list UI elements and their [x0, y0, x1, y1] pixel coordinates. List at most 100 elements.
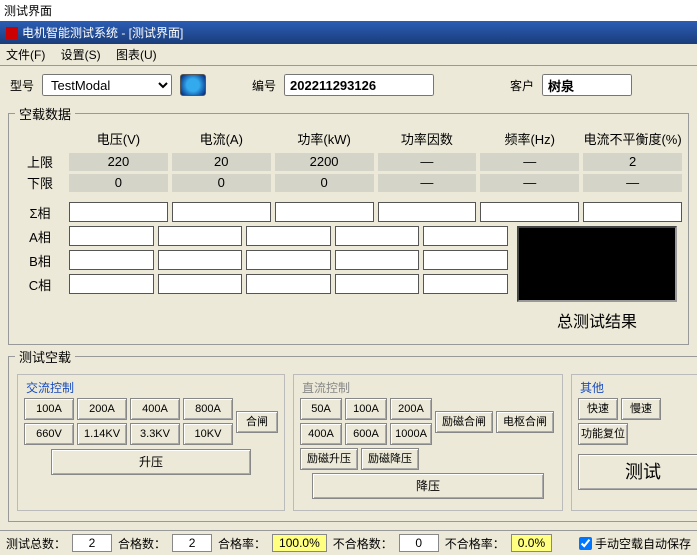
ac-control-group: 交流控制 100A 200A 400A 800A 660V 1.14KV 3.3…	[17, 374, 285, 511]
upper-pf: —	[378, 153, 477, 171]
pass-rate-label: 合格率：	[218, 535, 266, 552]
model-select[interactable]: TestModal	[42, 74, 172, 96]
ac-660v-button[interactable]: 660V	[24, 423, 74, 445]
sigma-power[interactable]	[275, 202, 374, 222]
b-power[interactable]	[246, 250, 331, 270]
phase-area: A相 总测试结果 B相 C相	[15, 226, 682, 336]
test-noload-legend: 测试空载	[15, 347, 75, 366]
upper-unbal: 2	[583, 153, 682, 171]
ac-400a-button[interactable]: 400A	[130, 398, 180, 420]
exc-down-button[interactable]: 励磁降压	[361, 448, 419, 470]
pass-label: 合格数：	[118, 535, 166, 552]
b-freq[interactable]	[423, 250, 508, 270]
col-current: 电流(A)	[172, 127, 271, 150]
sigma-freq[interactable]	[480, 202, 579, 222]
sigma-current[interactable]	[172, 202, 271, 222]
other-label: 其他	[580, 379, 697, 396]
lower-freq: —	[480, 174, 579, 192]
col-pf: 功率因数	[378, 127, 477, 150]
dc-label: 直流控制	[302, 379, 556, 396]
a-freq[interactable]	[423, 226, 508, 246]
c-pf[interactable]	[335, 274, 420, 294]
upper-freq: —	[480, 153, 579, 171]
c-freq[interactable]	[423, 274, 508, 294]
mot-close-button[interactable]: 电枢合闸	[496, 411, 554, 433]
exc-up-button[interactable]: 励磁升压	[300, 448, 358, 470]
dc-400a-button[interactable]: 400A	[300, 423, 342, 445]
lower-power: 0	[275, 174, 374, 192]
row-a-label: A相	[15, 227, 65, 246]
dc-down-button[interactable]: 降压	[312, 473, 544, 499]
menu-settings[interactable]: 设置(S)	[61, 48, 101, 62]
data-grid: 电压(V) 电流(A) 功率(kW) 功率因数 频率(Hz) 电流不平衡度(%)…	[15, 127, 682, 222]
model-label: 型号	[10, 77, 34, 94]
row-lower-label: 下限	[15, 173, 65, 192]
a-current[interactable]	[158, 226, 243, 246]
b-pf[interactable]	[335, 250, 420, 270]
a-voltage[interactable]	[69, 226, 154, 246]
customer-label: 客户	[510, 77, 534, 94]
ac-3_3kv-button[interactable]: 3.3KV	[130, 423, 180, 445]
a-power[interactable]	[246, 226, 331, 246]
dc-100a-button[interactable]: 100A	[345, 398, 387, 420]
func-reset-button[interactable]: 功能复位	[578, 423, 628, 445]
col-unbal: 电流不平衡度(%)	[583, 127, 682, 150]
fail-rate-label: 不合格率：	[445, 535, 505, 552]
customer-input[interactable]	[542, 74, 632, 96]
pass-rate-value: 100.0%	[272, 534, 327, 552]
autosave-checkbox[interactable]	[579, 537, 592, 550]
row-upper-label: 上限	[15, 152, 65, 171]
lower-current: 0	[172, 174, 271, 192]
upper-power: 2200	[275, 153, 374, 171]
dc-600a-button[interactable]: 600A	[345, 423, 387, 445]
dc-50a-button[interactable]: 50A	[300, 398, 342, 420]
b-voltage[interactable]	[69, 250, 154, 270]
ac-100a-button[interactable]: 100A	[24, 398, 74, 420]
c-current[interactable]	[158, 274, 243, 294]
c-power[interactable]	[246, 274, 331, 294]
number-label: 编号	[252, 77, 276, 94]
col-freq: 频率(Hz)	[480, 127, 579, 150]
fail-value: 0	[399, 534, 439, 552]
fast-button[interactable]: 快速	[578, 398, 618, 420]
dc-control-group: 直流控制 50A 100A 200A 400A 600A 1000A 励磁合闸 …	[293, 374, 563, 511]
lower-voltage: 0	[69, 174, 168, 192]
dc-1000a-button[interactable]: 1000A	[390, 423, 432, 445]
autosave-checkbox-label[interactable]: 手动空载自动保存	[579, 535, 691, 552]
col-power: 功率(kW)	[275, 127, 374, 150]
fail-rate-value: 0.0%	[511, 534, 552, 552]
exc-close-button[interactable]: 励磁合闸	[435, 411, 493, 433]
noload-legend: 空载数据	[15, 104, 75, 123]
dc-200a-button[interactable]: 200A	[390, 398, 432, 420]
autosave-text: 手动空载自动保存	[595, 535, 691, 552]
ac-800a-button[interactable]: 800A	[183, 398, 233, 420]
slow-button[interactable]: 慢速	[621, 398, 661, 420]
sigma-pf[interactable]	[378, 202, 477, 222]
ac-close-button[interactable]: 合闸	[236, 411, 278, 433]
statusbar: 测试总数： 2 合格数： 2 合格率： 100.0% 不合格数： 0 不合格率：…	[0, 530, 697, 555]
menu-file[interactable]: 文件(F)	[6, 48, 45, 62]
a-pf[interactable]	[335, 226, 420, 246]
number-input[interactable]	[284, 74, 434, 96]
result-box: 总测试结果	[512, 226, 682, 336]
col-voltage: 电压(V)	[69, 127, 168, 150]
ac-200a-button[interactable]: 200A	[77, 398, 127, 420]
refresh-button[interactable]	[180, 74, 206, 96]
sigma-unbal[interactable]	[583, 202, 682, 222]
test-button[interactable]: 测试	[578, 454, 697, 490]
ac-1_14kv-button[interactable]: 1.14KV	[77, 423, 127, 445]
ac-up-button[interactable]: 升压	[51, 449, 251, 475]
titlebar-text: 电机智能测试系统 - [测试界面]	[22, 24, 183, 41]
row-sigma-label: Σ相	[15, 203, 65, 222]
test-noload-group: 测试空载 交流控制 100A 200A 400A 800A 660V 1.14K…	[8, 347, 697, 522]
ac-10kv-button[interactable]: 10KV	[183, 423, 233, 445]
top-row: 型号 TestModal 编号 客户	[6, 72, 691, 102]
b-current[interactable]	[158, 250, 243, 270]
other-control-group: 其他 快速 慢速 功能复位 测试	[571, 374, 697, 511]
result-label: 总测试结果	[557, 304, 637, 336]
sigma-voltage[interactable]	[69, 202, 168, 222]
c-voltage[interactable]	[69, 274, 154, 294]
total-value: 2	[72, 534, 112, 552]
menu-chart[interactable]: 图表(U)	[116, 48, 157, 62]
noload-data-group: 空载数据 电压(V) 电流(A) 功率(kW) 功率因数 频率(Hz) 电流不平…	[8, 104, 689, 345]
